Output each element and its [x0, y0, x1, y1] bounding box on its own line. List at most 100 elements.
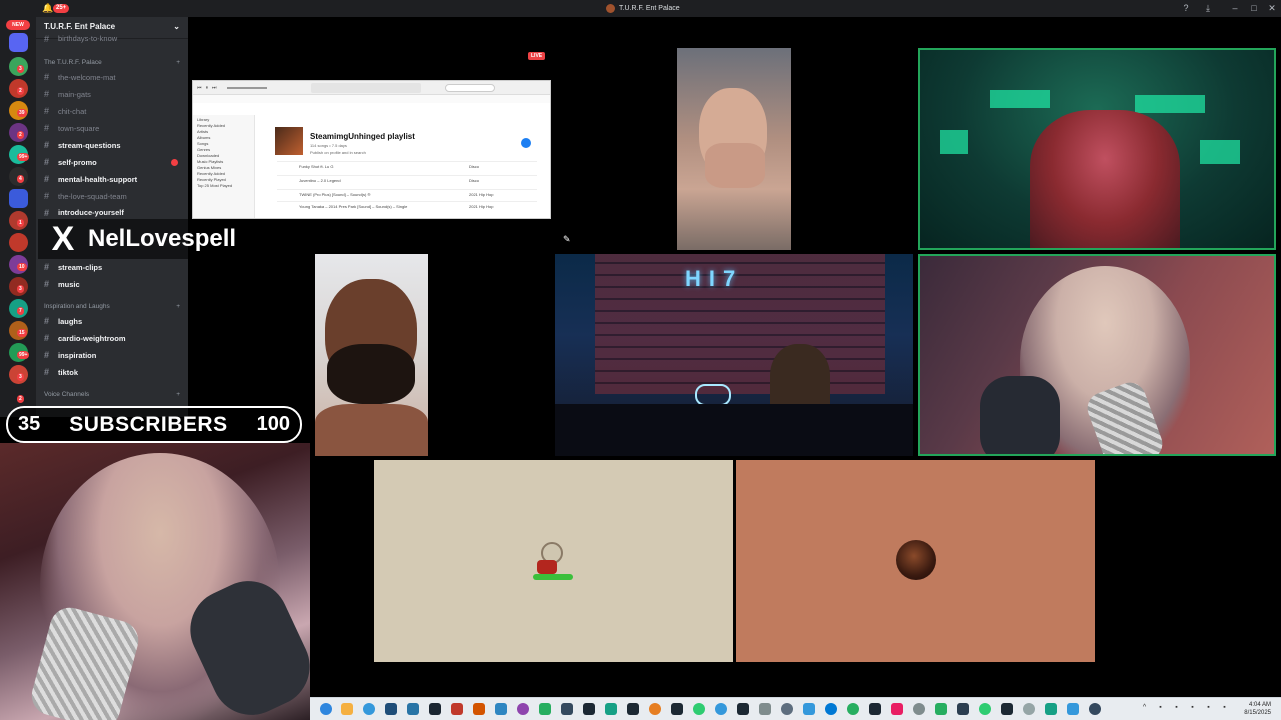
channel-item[interactable]: # tiktok [44, 367, 180, 377]
pixel-avatar [533, 542, 573, 584]
channel-item[interactable]: # stream-questions [44, 140, 180, 150]
spotify-icon[interactable] [693, 703, 705, 715]
video-tile-speaking[interactable] [918, 48, 1276, 250]
app-icon[interactable] [407, 703, 419, 715]
channel-item[interactable]: # the-love-squad-team [44, 191, 180, 201]
channel-item[interactable]: # introduce-yourself [44, 208, 180, 217]
video-tile-avatar[interactable] [374, 460, 733, 662]
server-icon[interactable] [9, 33, 28, 52]
server-icon[interactable] [9, 233, 28, 252]
channel-item[interactable]: # music [44, 279, 180, 289]
app-icon[interactable] [583, 703, 595, 715]
track-row[interactable]: Young Tanaka – 2014 Pres Park [Sound] – … [277, 201, 537, 210]
channel-item[interactable]: # cardio-weightroom [44, 333, 180, 343]
app-icon[interactable] [627, 703, 639, 715]
folder-icon[interactable] [341, 703, 353, 715]
desk [555, 404, 913, 456]
chevron-up-icon[interactable]: ^ [1140, 703, 1149, 712]
plus-icon[interactable]: + [176, 303, 180, 310]
app-icon[interactable] [495, 703, 507, 715]
channel-item[interactable]: # inspiration [44, 350, 180, 360]
app-icon[interactable] [781, 703, 793, 715]
help-icon[interactable]: ? [1179, 2, 1193, 15]
app-icon[interactable] [1023, 703, 1035, 715]
next-icon[interactable]: ⏭ [212, 85, 217, 91]
video-tile-studio[interactable]: HI7 [555, 254, 913, 456]
app-icon[interactable] [979, 703, 991, 715]
minimize-button[interactable]: – [1228, 2, 1242, 15]
app-icon[interactable] [671, 703, 683, 715]
channel-item[interactable]: # stream-clips [44, 262, 180, 272]
track-row[interactable]: Funky Shot ft. Lu G Disco [277, 161, 537, 170]
tray-icon[interactable]: ▪ [1172, 703, 1181, 712]
app-icon[interactable] [385, 703, 397, 715]
channel-name: chit-chat [58, 106, 87, 116]
cloud-icon[interactable] [363, 703, 375, 715]
channel-item[interactable]: # mental-health-support [44, 174, 180, 184]
channel-item[interactable]: # main-gats [44, 89, 180, 99]
app-icon[interactable] [451, 703, 463, 715]
app-icon[interactable] [737, 703, 749, 715]
video-tile-speaking[interactable] [918, 254, 1276, 456]
taskbar-clock[interactable]: 4:04 AM 8/15/2025 [1221, 701, 1271, 717]
video-tile-avatar[interactable] [736, 460, 1095, 662]
app-icon[interactable] [320, 703, 332, 715]
plus-icon[interactable]: + [176, 391, 180, 398]
steam-icon[interactable] [429, 703, 441, 715]
plus-icon[interactable]: + [176, 59, 180, 66]
app-icon[interactable] [759, 703, 771, 715]
app-icon[interactable] [1089, 703, 1101, 715]
tiktok-icon[interactable] [891, 703, 903, 715]
bell-icon[interactable]: 🔔 [42, 3, 53, 13]
app-icon[interactable] [715, 703, 727, 715]
app-icon[interactable] [1067, 703, 1079, 715]
track-row[interactable]: TWINE (Pro Plus) [Sound] – Sound(s) ® 202… [277, 189, 537, 198]
track-row[interactable]: Juventino – 2.0 Legend Disco [277, 175, 537, 184]
app-icon[interactable] [957, 703, 969, 715]
maximize-button[interactable]: □ [1247, 2, 1261, 15]
participant-person [1030, 110, 1180, 248]
screen-share-window[interactable]: ⏮ ⏸ ⏭ Library Recently Added Artists Alb… [192, 80, 551, 219]
network-icon[interactable]: ▪ [1204, 703, 1213, 712]
app-icon[interactable] [913, 703, 925, 715]
user-avatar [896, 540, 936, 580]
channel-name: self-promo [58, 157, 97, 167]
app-icon[interactable] [1045, 703, 1057, 715]
channel-item[interactable]: # chit-chat [44, 106, 180, 116]
play-icon[interactable] [521, 138, 531, 148]
search-input[interactable] [444, 83, 495, 92]
chrome-icon[interactable] [847, 703, 859, 715]
video-tile-participant[interactable] [315, 254, 428, 456]
firefox-icon[interactable] [649, 703, 661, 715]
playlist-item[interactable]: Top 25 Most Played [197, 183, 250, 189]
download-icon[interactable]: ⤓ [1201, 2, 1215, 15]
app-icon[interactable] [803, 703, 815, 715]
app-icon[interactable] [935, 703, 947, 715]
channel-item[interactable]: # birthdays-to-know [44, 34, 180, 43]
tray-icon[interactable]: ▪ [1156, 703, 1165, 712]
channel-item[interactable]: # self-promo [44, 157, 180, 167]
pause-icon[interactable]: ⏸ [206, 85, 209, 91]
youtube-icon[interactable] [473, 703, 485, 715]
channel-item[interactable]: # the-welcome-mat [44, 72, 180, 82]
channel-item[interactable]: # laughs [44, 316, 180, 326]
video-tile-participant[interactable] [677, 48, 791, 250]
server-icon[interactable] [9, 189, 28, 208]
track-title: Juventino – 2.0 Legend [299, 177, 341, 183]
app-icon[interactable] [605, 703, 617, 715]
category-palace[interactable]: The T.U.R.F. Palace + [44, 59, 180, 66]
library-sidebar: Library Recently Added Artists Albums So… [193, 115, 255, 218]
volume-slider[interactable] [226, 86, 267, 89]
app-icon[interactable] [561, 703, 573, 715]
edge-icon[interactable] [825, 703, 837, 715]
category-inspiration[interactable]: Inspiration and Laughs + [44, 303, 180, 310]
channel-item[interactable]: # town-square [44, 123, 180, 133]
close-button[interactable]: ✕ [1265, 2, 1279, 15]
mic-icon[interactable]: ▪ [1188, 703, 1197, 712]
previous-icon[interactable]: ⏮ [197, 85, 202, 91]
app-icon[interactable] [539, 703, 551, 715]
app-icon[interactable] [869, 703, 881, 715]
app-icon[interactable] [1001, 703, 1013, 715]
category-voice[interactable]: Voice Channels + [44, 391, 180, 398]
app-icon[interactable] [517, 703, 529, 715]
